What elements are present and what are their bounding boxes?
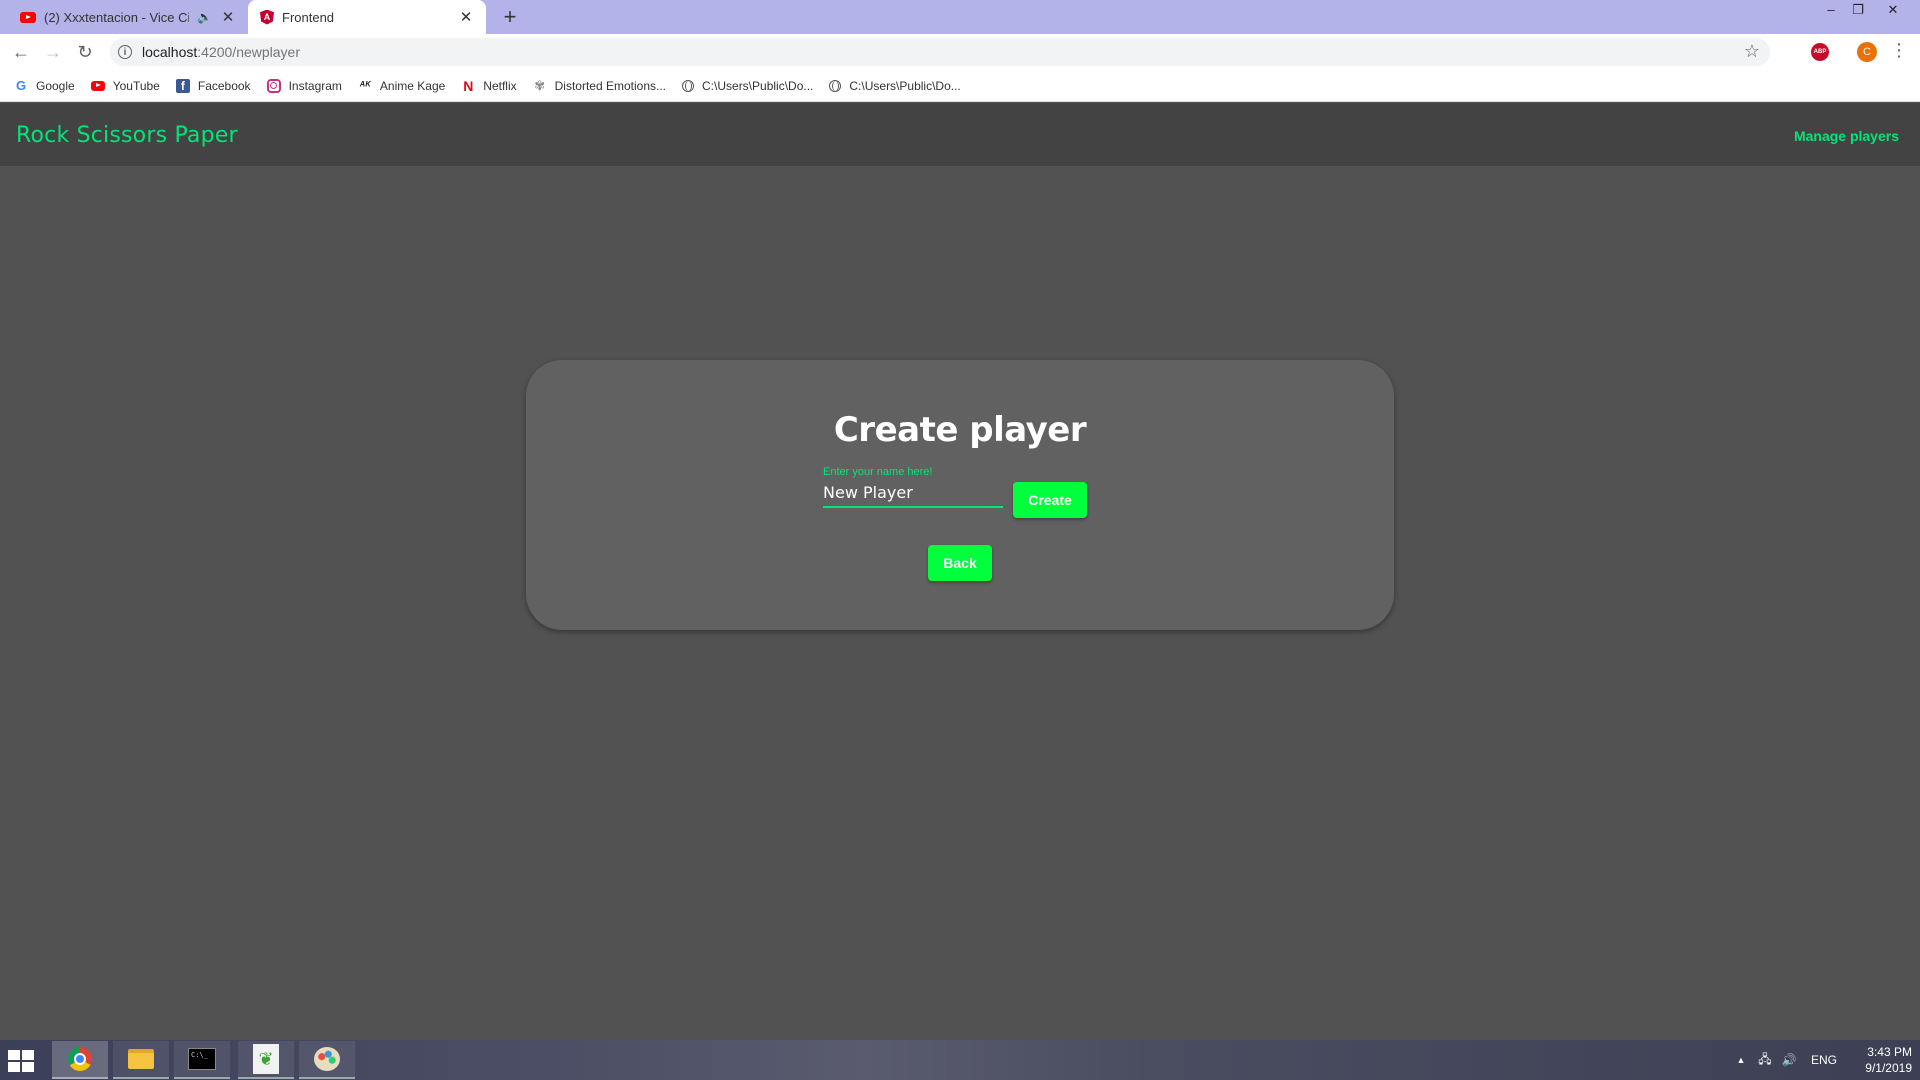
minimize-button[interactable]: – [1816, 0, 1846, 20]
reload-icon[interactable]: ↻ [73, 40, 97, 64]
bookmark-instagram[interactable]: Instagram [266, 78, 342, 93]
chrome-icon [68, 1047, 92, 1071]
back-arrow-icon[interactable]: ← [9, 40, 33, 64]
globe-icon [829, 79, 842, 92]
mongodb-leaf-icon: ❦ [253, 1044, 279, 1074]
clock-date: 9/1/2019 [1865, 1061, 1912, 1075]
create-button[interactable]: Create [1013, 482, 1087, 518]
bookmarks-bar: G Google YouTube f Facebook Instagram ᴬᴷ An… [0, 70, 1920, 102]
site-icon: ✾ [534, 77, 546, 93]
close-tab-icon[interactable]: ✕ [458, 8, 474, 26]
browser-toolbar: ← → ↻ i localhost:4200/newplayer ☆ ABP C… [0, 34, 1920, 70]
taskbar-mongodb[interactable]: ❦ [238, 1041, 294, 1079]
terminal-icon: C:\_ [188, 1048, 216, 1070]
youtube-icon [20, 11, 36, 23]
bookmark-facebook[interactable]: f Facebook [175, 78, 251, 93]
facebook-icon: f [175, 78, 190, 93]
input-underline [823, 506, 1003, 508]
windows-taskbar: C:\_ ❦ ▲ 🖧 🔊 ENG 3:43 PM 9/1/2019 [0, 1040, 1920, 1080]
bookmark-star-icon[interactable]: ☆ [1744, 41, 1760, 62]
new-tab-button[interactable]: + [498, 5, 522, 29]
bookmark-netflix[interactable]: N Netflix [461, 77, 516, 94]
angular-icon: A [260, 9, 274, 25]
language-indicator[interactable]: ENG [1810, 1040, 1838, 1080]
profile-avatar[interactable]: C [1857, 42, 1877, 62]
show-hidden-icons-icon[interactable]: ▲ [1734, 1040, 1748, 1080]
bookmark-local-file-2[interactable]: C:\Users\Public\Do... [829, 79, 961, 93]
network-icon[interactable]: 🖧 [1756, 1040, 1774, 1080]
globe-icon [682, 79, 695, 92]
adblock-plus-icon[interactable]: ABP [1811, 43, 1829, 61]
google-icon: G [15, 78, 27, 93]
bookmark-anime-kage[interactable]: ᴬᴷ Anime Kage [358, 79, 445, 93]
page-title: Create player [833, 410, 1087, 450]
tab-frontend[interactable]: A Frontend ✕ [248, 0, 486, 34]
app-brand[interactable]: Rock Scissors Paper [16, 123, 238, 148]
bookmark-local-file-1[interactable]: C:\Users\Public\Do... [682, 79, 813, 93]
youtube-icon [90, 80, 105, 91]
bookmark-distorted-emotions[interactable]: ✾ Distorted Emotions... [533, 77, 666, 93]
player-name-input[interactable] [823, 480, 1003, 504]
restore-button[interactable]: ❐ [1843, 0, 1873, 20]
create-player-card: Create player Enter your name here! Crea… [526, 360, 1394, 630]
tab-title: (2) Xxxtentacion - Vice City - [44, 9, 190, 25]
url-host: localhost [142, 44, 198, 60]
paint-palette-icon [314, 1047, 340, 1071]
app-navbar: Rock Scissors Paper Manage players [0, 103, 1920, 166]
forward-arrow-icon[interactable]: → [41, 40, 65, 64]
system-clock[interactable]: 3:43 PM 9/1/2019 [1840, 1044, 1912, 1076]
taskbar-file-explorer[interactable] [113, 1041, 169, 1079]
address-bar[interactable]: i localhost:4200/newplayer ☆ [110, 38, 1770, 66]
windows-start-icon[interactable] [8, 1050, 34, 1072]
taskbar-chrome[interactable] [52, 1041, 108, 1079]
url-path: :4200/newplayer [197, 44, 301, 60]
folder-icon [128, 1049, 154, 1069]
back-button[interactable]: Back [928, 545, 992, 581]
bookmark-google[interactable]: G Google [14, 78, 75, 93]
bookmark-youtube[interactable]: YouTube [90, 79, 160, 93]
close-window-button[interactable]: ✕ [1878, 0, 1908, 20]
netflix-icon: N [463, 77, 474, 94]
taskbar-command-prompt[interactable]: C:\_ [174, 1041, 230, 1079]
taskbar-paint[interactable] [299, 1041, 355, 1079]
info-icon[interactable]: i [118, 45, 132, 59]
close-tab-icon[interactable]: ✕ [220, 8, 236, 26]
tab-title: Frontend [282, 9, 335, 25]
volume-icon[interactable]: 🔊 [1780, 1040, 1798, 1080]
player-name-label: Enter your name here! [823, 466, 933, 478]
more-menu-icon[interactable]: ⋮ [1890, 40, 1908, 61]
browser-tab-strip: (2) Xxxtentacion - Vice City - 🔈 ✕ A Fro… [0, 0, 1920, 34]
player-name-field: Enter your name here! [823, 466, 1005, 510]
clock-time: 3:43 PM [1867, 1045, 1912, 1059]
anime-kage-icon: ᴬᴷ [359, 79, 371, 92]
instagram-icon [266, 78, 281, 93]
manage-players-link[interactable]: Manage players [1794, 128, 1899, 144]
tab-youtube[interactable]: (2) Xxxtentacion - Vice City - 🔈 ✕ [8, 0, 248, 34]
audio-playing-icon[interactable]: 🔈 [197, 10, 212, 24]
